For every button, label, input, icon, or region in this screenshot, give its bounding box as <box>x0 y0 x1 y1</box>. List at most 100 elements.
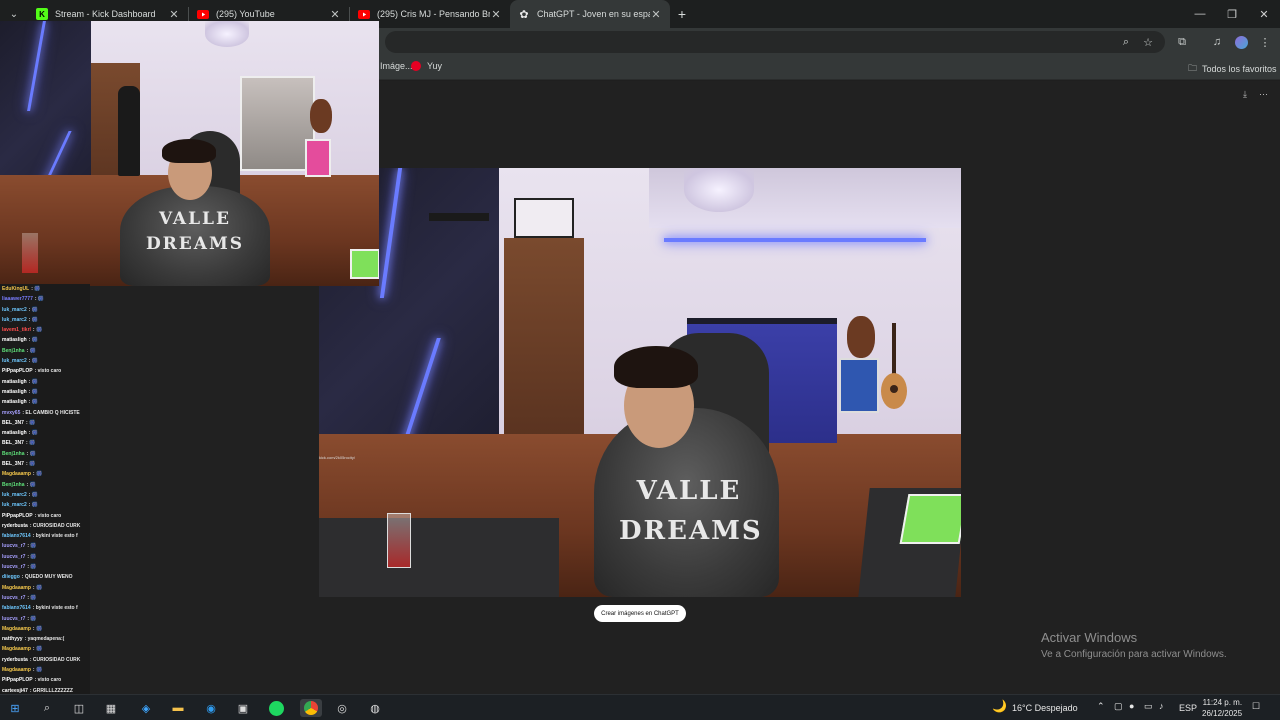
teddy-bear <box>847 316 875 358</box>
tray-app-icon[interactable]: ▢ <box>1114 701 1123 712</box>
store-icon[interactable]: ▣ <box>234 699 252 717</box>
chrome-icon[interactable] <box>300 699 322 717</box>
notifications-icon[interactable]: ☐ <box>1252 701 1260 712</box>
pinterest-icon <box>411 61 421 71</box>
chat-text: : 🎆 <box>26 347 36 354</box>
chat-text: : 🎆 <box>28 378 39 385</box>
chat-username[interactable]: diieggo <box>2 574 20 580</box>
close-tab-icon[interactable]: ✕ <box>168 8 180 21</box>
chat-text: : 🎆 <box>28 337 39 344</box>
bookmark-images[interactable]: Imáge... <box>380 61 413 71</box>
tab-chatgpt[interactable]: ✿ ChatGPT - Joven en su espacio ✕ <box>510 0 670 28</box>
chat-username[interactable]: Benj1nha <box>2 482 25 488</box>
chat-message: luk_marc2: 🎆 <box>0 356 90 366</box>
profile-avatar-icon[interactable] <box>1233 34 1249 50</box>
close-window-icon[interactable]: ✕ <box>1248 0 1280 28</box>
chat-username[interactable]: BEL_3N7 <box>2 440 24 446</box>
media-controls-icon[interactable]: ♫ <box>1209 34 1225 50</box>
generated-image[interactable]: VALLE DREAMS kick.com/2k05rocity/ <box>319 168 961 597</box>
green-box <box>350 249 379 279</box>
chat-username[interactable]: matiasligh <box>2 379 27 385</box>
chat-username[interactable]: matiasligh <box>2 389 27 395</box>
chat-username[interactable]: PiPpapPLOP <box>2 368 33 374</box>
edge-icon[interactable]: ◉ <box>202 699 220 717</box>
clock[interactable]: 11:24 p. m. 26/12/2025 <box>1202 697 1242 719</box>
chat-username[interactable]: luucvs_r7 <box>2 616 25 622</box>
extensions-icon[interactable]: ⧉ <box>1174 34 1190 50</box>
chat-username[interactable]: Benj1nha <box>2 451 25 457</box>
chat-username[interactable]: luk_marc2 <box>2 358 27 364</box>
spotify-icon[interactable] <box>267 699 285 717</box>
new-tab-button[interactable]: + <box>670 6 694 22</box>
tray-chevron-icon[interactable]: ⌃ <box>1097 701 1105 712</box>
chat-username[interactable]: luk_marc2 <box>2 317 27 323</box>
start-icon[interactable]: ⊞ <box>6 699 24 717</box>
close-tab-icon[interactable]: ✕ <box>650 8 662 21</box>
chat-username[interactable]: luucvs_r7 <box>2 564 25 570</box>
network-icon[interactable]: ▭ <box>1144 701 1153 712</box>
wall-shelf <box>429 213 489 221</box>
bookmark-star-icon[interactable]: ☆ <box>1140 34 1156 50</box>
chat-username[interactable]: PiPpapPLOP <box>2 513 33 519</box>
chat-username[interactable]: Magdaaamp <box>2 626 31 632</box>
address-bar[interactable] <box>385 31 1165 53</box>
widgets-icon[interactable]: ▦ <box>102 699 120 717</box>
copilot-icon[interactable]: ◈ <box>137 699 155 717</box>
search-icon[interactable]: ⌕ <box>38 699 56 717</box>
chat-username[interactable]: EduKingUL <box>2 286 29 292</box>
microphone-icon[interactable]: ● <box>1129 701 1134 711</box>
chat-message: PiPpapPLOP: visto caro <box>0 511 90 521</box>
chat-username[interactable]: lavem1_tikrl <box>2 327 31 333</box>
menu-kebab-icon[interactable]: ⋮ <box>1257 34 1273 50</box>
download-icon[interactable]: ⤓ <box>1243 89 1247 100</box>
close-tab-icon[interactable]: ✕ <box>329 8 341 21</box>
language-indicator[interactable]: ESP <box>1179 703 1197 713</box>
chat-username[interactable]: PiPpapPLOP <box>2 677 33 683</box>
activate-title: Activar Windows <box>1041 630 1138 645</box>
chat-username[interactable]: carteesji47 <box>2 688 28 694</box>
minimize-icon[interactable]: — <box>1184 0 1216 28</box>
chat-username[interactable]: luucvs_r7 <box>2 595 25 601</box>
zoom-icon[interactable]: ⌕ <box>1118 34 1134 50</box>
chat-username[interactable]: liaaawer7777 <box>2 296 33 302</box>
chat-text: : visto caro <box>34 368 62 375</box>
create-images-button[interactable]: Crear imágenes en ChatGPT <box>594 605 686 622</box>
task-view-icon[interactable]: ◫ <box>70 699 88 717</box>
bookmark-yuy[interactable]: Yuy <box>411 61 442 71</box>
chat-username[interactable]: ryderbusta <box>2 657 28 663</box>
chandelier <box>684 168 754 212</box>
all-favorites[interactable]: 🗀 Todos los favoritos <box>1188 61 1277 77</box>
chat-username[interactable]: luk_marc2 <box>2 307 27 313</box>
obs-icon[interactable]: ◎ <box>333 699 351 717</box>
chat-username[interactable]: fabianx7614 <box>2 605 31 611</box>
chat-username[interactable]: luk_marc2 <box>2 492 27 498</box>
close-tab-icon[interactable]: ✕ <box>490 8 502 21</box>
chat-username[interactable]: luucvs_r7 <box>2 543 25 549</box>
app-icon[interactable]: ◍ <box>366 699 384 717</box>
chat-username[interactable]: Benj1nha <box>2 348 25 354</box>
volume-icon[interactable]: ♪ <box>1159 701 1164 711</box>
chat-username[interactable]: fabianx7614 <box>2 533 31 539</box>
chat-message: PiPpapPLOP: visto caro <box>0 675 90 685</box>
chat-username[interactable]: Magdaaamp <box>2 646 31 652</box>
chat-username[interactable]: BEL_3N7 <box>2 420 24 426</box>
chat-text: : 🎆 <box>27 615 37 622</box>
chat-username[interactable]: matiasligh <box>2 337 27 343</box>
chat-username[interactable]: Magdaaamp <box>2 471 31 477</box>
weather-label[interactable]: 16°C Despejado <box>1012 703 1078 713</box>
chat-username[interactable]: luk_marc2 <box>2 502 27 508</box>
chat-username[interactable]: natthyyy <box>2 636 23 642</box>
chat-username[interactable]: Magdaaamp <box>2 667 31 673</box>
restore-icon[interactable]: ❐ <box>1216 0 1248 28</box>
activate-subtitle: Ve a Configuración para activar Windows. <box>1041 649 1227 660</box>
chat-username[interactable]: luucvs_r7 <box>2 554 25 560</box>
chat-text: : 🎆 <box>32 471 43 478</box>
chat-username[interactable]: Magdaaamp <box>2 585 31 591</box>
chat-username[interactable]: mvxy65 <box>2 410 20 416</box>
chat-username[interactable]: matiasligh <box>2 430 27 436</box>
chat-username[interactable]: ryderbusta <box>2 523 28 529</box>
chat-username[interactable]: matiasligh <box>2 399 27 405</box>
file-explorer-icon[interactable]: ▬ <box>169 699 187 717</box>
more-options-icon[interactable]: ⋯ <box>1259 89 1268 100</box>
chat-username[interactable]: BEL_3N7 <box>2 461 24 467</box>
